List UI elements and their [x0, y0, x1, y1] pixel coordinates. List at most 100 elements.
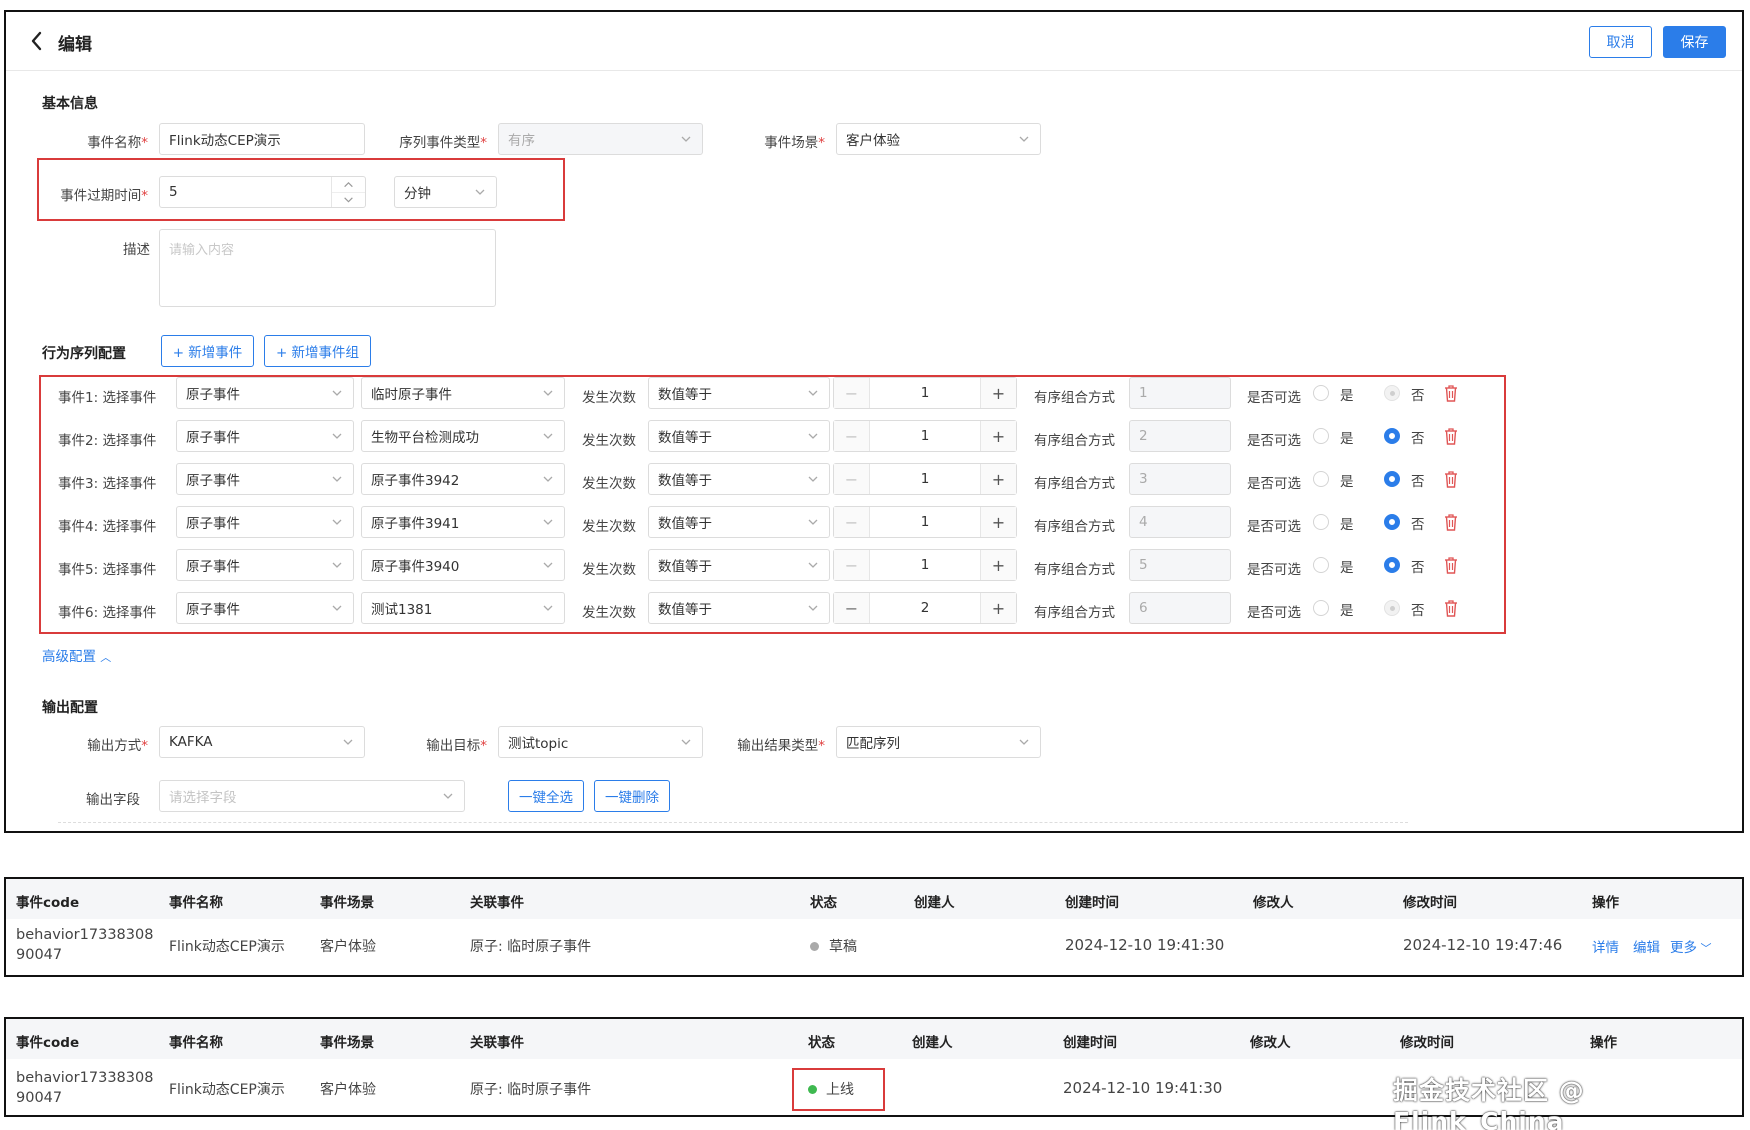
column-header[interactable]: 操作: [1592, 891, 1619, 911]
increment-button[interactable]: +: [980, 421, 1016, 451]
order-input[interactable]: 2: [1129, 420, 1231, 452]
output-fields-select[interactable]: 请选择字段: [159, 780, 465, 812]
column-header[interactable]: 事件名称: [169, 891, 223, 911]
column-header[interactable]: 关联事件: [470, 1031, 524, 1051]
cancel-button[interactable]: 取消: [1589, 26, 1652, 58]
decrement-button[interactable]: −: [834, 550, 870, 580]
increment-button[interactable]: +: [980, 507, 1016, 537]
column-header[interactable]: 创建时间: [1065, 891, 1119, 911]
decrement-button[interactable]: −: [834, 507, 870, 537]
column-header[interactable]: 操作: [1590, 1031, 1617, 1051]
caret-up-icon[interactable]: [332, 177, 365, 192]
more-dropdown[interactable]: 更多 ﹀: [1670, 936, 1712, 956]
count-condition-select[interactable]: 数值等于: [648, 377, 830, 409]
count-stepper[interactable]: − 2 +: [833, 592, 1017, 624]
expire-unit-select[interactable]: 分钟: [394, 176, 497, 208]
event-type-select[interactable]: 原子事件: [176, 377, 354, 409]
count-condition-select[interactable]: 数值等于: [648, 420, 830, 452]
count-value[interactable]: 1: [870, 464, 980, 494]
column-header[interactable]: 创建人: [914, 891, 955, 911]
advanced-config-toggle[interactable]: 高级配置 ︿: [42, 645, 111, 665]
count-stepper[interactable]: − 1 +: [833, 377, 1017, 409]
output-target-select[interactable]: 测试topic: [498, 726, 703, 758]
event-type-select[interactable]: 原子事件: [176, 506, 354, 538]
optional-yes-radio[interactable]: [1313, 428, 1329, 444]
event-select[interactable]: 测试1381: [361, 592, 565, 624]
optional-no-radio[interactable]: [1384, 385, 1400, 401]
order-input[interactable]: 1: [1129, 377, 1231, 409]
event-type-select[interactable]: 原子事件: [176, 549, 354, 581]
count-value[interactable]: 1: [870, 378, 980, 408]
column-header[interactable]: 状态: [810, 891, 837, 911]
caret-down-icon[interactable]: [332, 191, 365, 208]
count-condition-select[interactable]: 数值等于: [648, 549, 830, 581]
column-header[interactable]: 事件code: [16, 891, 79, 911]
optional-yes-radio[interactable]: [1313, 557, 1329, 573]
increment-button[interactable]: +: [980, 550, 1016, 580]
expire-stepper[interactable]: [331, 177, 365, 207]
detail-link[interactable]: 详情: [1592, 936, 1619, 956]
optional-yes-radio[interactable]: [1313, 600, 1329, 616]
event-select[interactable]: 临时原子事件: [361, 377, 565, 409]
increment-button[interactable]: +: [980, 378, 1016, 408]
expire-number-input[interactable]: 5: [159, 176, 366, 208]
trash-icon[interactable]: [1443, 470, 1459, 488]
optional-no-radio[interactable]: [1384, 514, 1400, 530]
event-select[interactable]: 原子事件3941: [361, 506, 565, 538]
column-header[interactable]: 修改时间: [1403, 891, 1457, 911]
edit-link[interactable]: 编辑: [1633, 936, 1660, 956]
count-stepper[interactable]: − 1 +: [833, 420, 1017, 452]
column-header[interactable]: 事件场景: [320, 1031, 374, 1051]
delete-all-button[interactable]: 一键删除: [594, 780, 670, 812]
decrement-button[interactable]: −: [834, 593, 870, 623]
save-button[interactable]: 保存: [1663, 26, 1726, 58]
order-input[interactable]: 6: [1129, 592, 1231, 624]
trash-icon[interactable]: [1443, 384, 1459, 402]
count-condition-select[interactable]: 数值等于: [648, 592, 830, 624]
optional-yes-radio[interactable]: [1313, 471, 1329, 487]
event-select[interactable]: 原子事件3942: [361, 463, 565, 495]
output-result-select[interactable]: 匹配序列: [836, 726, 1041, 758]
column-header[interactable]: 创建人: [912, 1031, 953, 1051]
count-value[interactable]: 1: [870, 507, 980, 537]
event-select[interactable]: 生物平台检测成功: [361, 420, 565, 452]
select-all-button[interactable]: 一键全选: [508, 780, 584, 812]
output-mode-select[interactable]: KAFKA: [159, 726, 365, 758]
optional-no-radio[interactable]: [1384, 557, 1400, 573]
count-stepper[interactable]: − 1 +: [833, 463, 1017, 495]
scene-select[interactable]: 客户体验: [836, 123, 1041, 155]
desc-textarea[interactable]: 请输入内容: [159, 229, 496, 307]
order-input[interactable]: 4: [1129, 506, 1231, 538]
optional-no-radio[interactable]: [1384, 428, 1400, 444]
optional-no-radio[interactable]: [1384, 471, 1400, 487]
count-value[interactable]: 1: [870, 421, 980, 451]
optional-yes-radio[interactable]: [1313, 385, 1329, 401]
column-header[interactable]: 修改时间: [1400, 1031, 1454, 1051]
count-value[interactable]: 2: [870, 593, 980, 623]
decrement-button[interactable]: −: [834, 378, 870, 408]
increment-button[interactable]: +: [980, 464, 1016, 494]
trash-icon[interactable]: [1443, 427, 1459, 445]
trash-icon[interactable]: [1443, 513, 1459, 531]
trash-icon[interactable]: [1443, 599, 1459, 617]
optional-no-radio[interactable]: [1384, 600, 1400, 616]
event-type-select[interactable]: 原子事件: [176, 420, 354, 452]
add-event-group-button[interactable]: + 新增事件组: [264, 335, 371, 367]
add-event-button[interactable]: + 新增事件: [161, 335, 254, 367]
count-condition-select[interactable]: 数值等于: [648, 506, 830, 538]
decrement-button[interactable]: −: [834, 464, 870, 494]
column-header[interactable]: 关联事件: [470, 891, 524, 911]
event-type-select[interactable]: 原子事件: [176, 463, 354, 495]
optional-yes-radio[interactable]: [1313, 514, 1329, 530]
event-type-select[interactable]: 原子事件: [176, 592, 354, 624]
column-header[interactable]: 创建时间: [1063, 1031, 1117, 1051]
back-arrow-icon[interactable]: [28, 30, 46, 52]
decrement-button[interactable]: −: [834, 421, 870, 451]
count-condition-select[interactable]: 数值等于: [648, 463, 830, 495]
trash-icon[interactable]: [1443, 556, 1459, 574]
event-select[interactable]: 原子事件3940: [361, 549, 565, 581]
column-header[interactable]: 事件名称: [169, 1031, 223, 1051]
count-value[interactable]: 1: [870, 550, 980, 580]
count-stepper[interactable]: − 1 +: [833, 506, 1017, 538]
column-header[interactable]: 事件code: [16, 1031, 79, 1051]
